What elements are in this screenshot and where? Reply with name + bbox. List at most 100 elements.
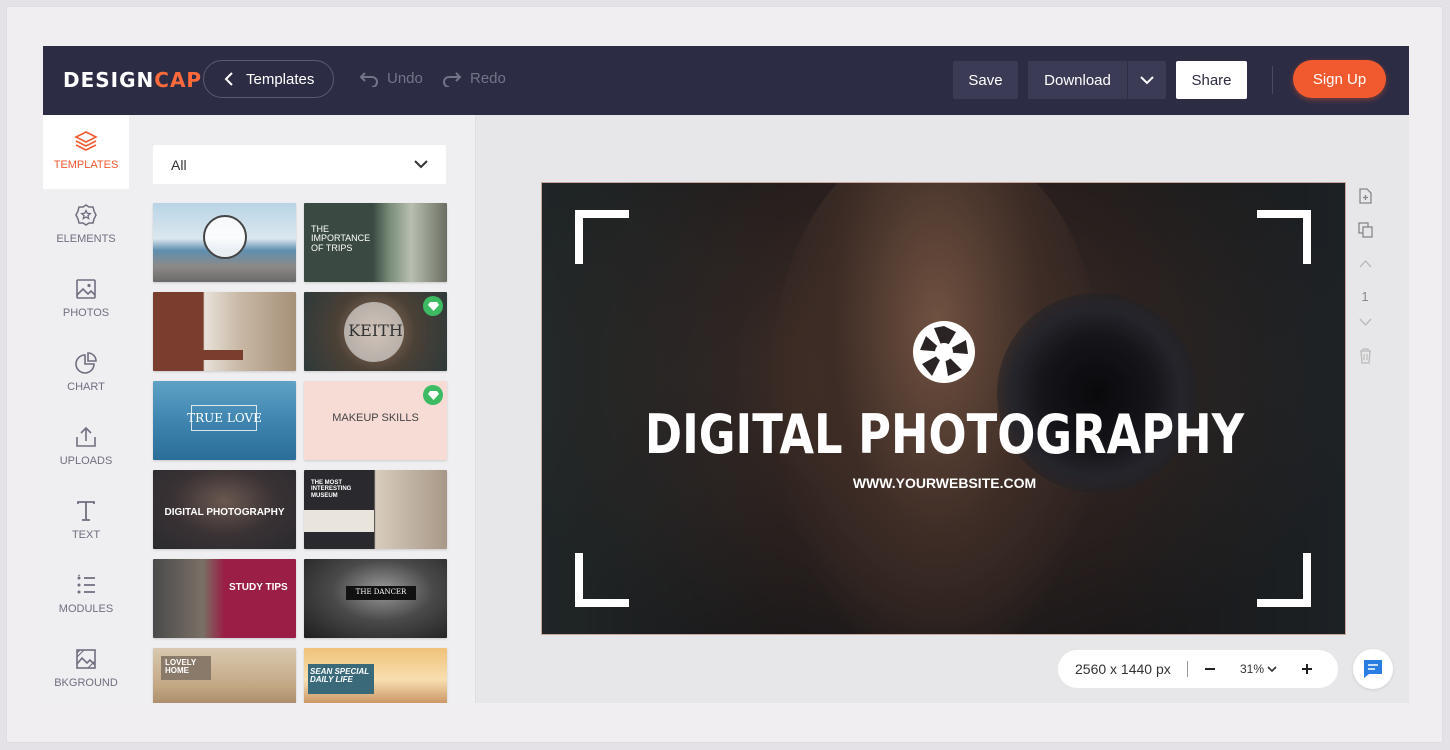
sidebar-item-background[interactable]: BKGROUND <box>43 633 129 703</box>
sidebar-item-modules[interactable]: MODULES <box>43 559 129 633</box>
diamond-icon <box>427 390 439 400</box>
diamond-icon <box>427 301 439 311</box>
premium-badge <box>423 385 443 405</box>
list-icon <box>77 574 95 594</box>
delete-page-button[interactable] <box>1354 345 1376 367</box>
sidebar-item-label: PHOTOS <box>62 307 110 319</box>
template-thumbnail[interactable]: SEAN SPECIAL DAILY LIFE <box>304 648 447 703</box>
chevron-down-icon <box>1140 75 1154 84</box>
copy-icon <box>1357 222 1373 238</box>
templates-panel: All THE IMPORTANCE OF TRIPS KEITH TRUE L… <box>129 115 476 703</box>
sidebar-item-text[interactable]: TEXT <box>43 485 129 559</box>
back-to-templates-button[interactable]: Templates <box>203 60 334 98</box>
sidebar-item-uploads[interactable]: UPLOADS <box>43 411 129 485</box>
corner-frame-bottom-left[interactable] <box>575 553 629 607</box>
canvas-size-label: 2560 x 1440 px <box>1075 661 1171 677</box>
thumbnail-title: THE IMPORTANCE OF TRIPS <box>311 224 371 253</box>
zoom-out-button[interactable] <box>1198 657 1222 681</box>
design-website-text[interactable]: WWW.YOURWEBSITE.COM <box>542 475 1345 491</box>
share-button[interactable]: Share <box>1176 61 1247 99</box>
header-divider <box>1272 66 1273 94</box>
anchor-badge-graphic <box>203 215 247 259</box>
corner-frame-top-right[interactable] <box>1257 210 1311 264</box>
image-icon <box>76 279 96 299</box>
redo-icon <box>443 71 462 87</box>
move-page-up-button[interactable] <box>1354 253 1376 275</box>
sidebar-item-chart[interactable]: CHART <box>43 337 129 411</box>
chat-icon <box>1364 660 1382 678</box>
sidebar-item-photos[interactable]: PHOTOS <box>43 263 129 337</box>
template-thumbnail[interactable]: THE IMPORTANCE OF TRIPS <box>304 203 447 282</box>
premium-badge <box>423 296 443 316</box>
thumbnail-title: TRUE LOVE <box>187 411 262 425</box>
template-thumbnail[interactable] <box>153 203 296 282</box>
duplicate-page-button[interactable] <box>1354 219 1376 241</box>
canvas-area: DIGITAL PHOTOGRAPHY WWW.YOURWEBSITE.COM … <box>476 115 1409 703</box>
save-button[interactable]: Save <box>953 61 1018 99</box>
move-page-down-button[interactable] <box>1354 311 1376 333</box>
logo-design-text: DESIGN <box>63 68 155 92</box>
design-canvas[interactable]: DIGITAL PHOTOGRAPHY WWW.YOURWEBSITE.COM <box>541 182 1346 635</box>
undo-icon <box>359 71 378 87</box>
download-options-button[interactable] <box>1128 61 1166 99</box>
thumbnail-banner <box>203 350 243 360</box>
thumbnail-title: SEAN SPECIAL DAILY LIFE <box>310 667 369 685</box>
thumbnail-title: KEITH <box>348 321 403 340</box>
template-thumbnail[interactable]: DIGITAL PHOTOGRAPHY <box>153 470 296 549</box>
design-app: DESIGNCAP Templates Undo Redo Save Downl… <box>43 46 1409 703</box>
thumbnail-title: DIGITAL PHOTOGRAPHY <box>164 507 285 518</box>
thumbnail-text-block <box>304 510 374 532</box>
undo-button[interactable]: Undo <box>359 70 423 87</box>
zoom-level-value: 31% <box>1240 662 1265 676</box>
plus-icon <box>1302 664 1313 674</box>
zoom-level-select[interactable]: 31% <box>1240 662 1277 676</box>
template-thumbnail[interactable]: TRUE LOVE <box>153 381 296 460</box>
template-thumbnail[interactable]: THE DANCER <box>304 559 447 638</box>
pie-chart-icon <box>75 352 97 374</box>
template-thumbnail[interactable]: KEITH <box>304 292 447 371</box>
thumbnail-title: THE MOST INTERESTING MUSEUM <box>311 480 352 499</box>
chevron-left-icon <box>224 72 233 86</box>
template-category-select[interactable]: All <box>153 145 446 184</box>
sidebar-item-elements[interactable]: ELEMENTS <box>43 189 129 263</box>
zoom-separator <box>1187 661 1188 677</box>
redo-label: Redo <box>470 70 506 87</box>
corner-frame-bottom-right[interactable] <box>1257 553 1311 607</box>
sidebar-item-label: CHART <box>67 381 105 393</box>
template-thumbnail[interactable]: LOVELY HOME <box>153 648 296 703</box>
sidebar-item-label: ELEMENTS <box>56 233 116 245</box>
thumbnail-title: THE DANCER <box>355 588 407 596</box>
upload-icon <box>76 426 96 447</box>
page-number: 1 <box>1361 288 1369 304</box>
top-bar: DESIGNCAP Templates Undo Redo Save Downl… <box>43 46 1409 115</box>
template-thumbnail[interactable]: STUDY TIPS <box>153 559 296 638</box>
template-thumbnail[interactable]: MAKEUP SKILLS <box>304 381 447 460</box>
download-button[interactable]: Download <box>1028 61 1127 99</box>
sidebar-item-label: MODULES <box>58 603 114 615</box>
star-badge-icon <box>75 204 97 226</box>
add-page-icon <box>1358 188 1372 204</box>
sidebar-item-label: TEMPLATES <box>53 159 119 171</box>
corner-frame-top-left[interactable] <box>575 210 629 264</box>
logo-cap-text: CAP <box>154 68 203 92</box>
sign-up-button[interactable]: Sign Up <box>1293 60 1386 98</box>
thumbnail-title: LOVELY HOME <box>165 658 197 676</box>
chevron-up-icon <box>1358 259 1372 268</box>
sidebar-item-templates[interactable]: TEMPLATES <box>43 115 129 189</box>
chat-support-button[interactable] <box>1353 649 1393 689</box>
designcap-logo[interactable]: DESIGNCAP <box>63 68 202 92</box>
template-thumbnail[interactable] <box>153 292 296 371</box>
camera-shutter-icon[interactable] <box>912 320 976 384</box>
template-thumbnail[interactable]: THE MOST INTERESTING MUSEUM <box>304 470 447 549</box>
background-icon <box>76 649 96 669</box>
layers-icon <box>74 131 98 151</box>
chevron-down-icon <box>414 160 428 169</box>
design-title-text[interactable]: DIGITAL PHOTOGRAPHY <box>610 403 1278 466</box>
zoom-in-button[interactable] <box>1295 657 1319 681</box>
add-page-button[interactable] <box>1354 185 1376 207</box>
undo-label: Undo <box>387 70 423 87</box>
templates-button-label: Templates <box>246 70 315 88</box>
trash-icon <box>1359 348 1371 364</box>
left-sidebar: TEMPLATES ELEMENTS PHOTOS CHART UPLOADS … <box>43 115 129 703</box>
redo-button[interactable]: Redo <box>442 70 506 87</box>
